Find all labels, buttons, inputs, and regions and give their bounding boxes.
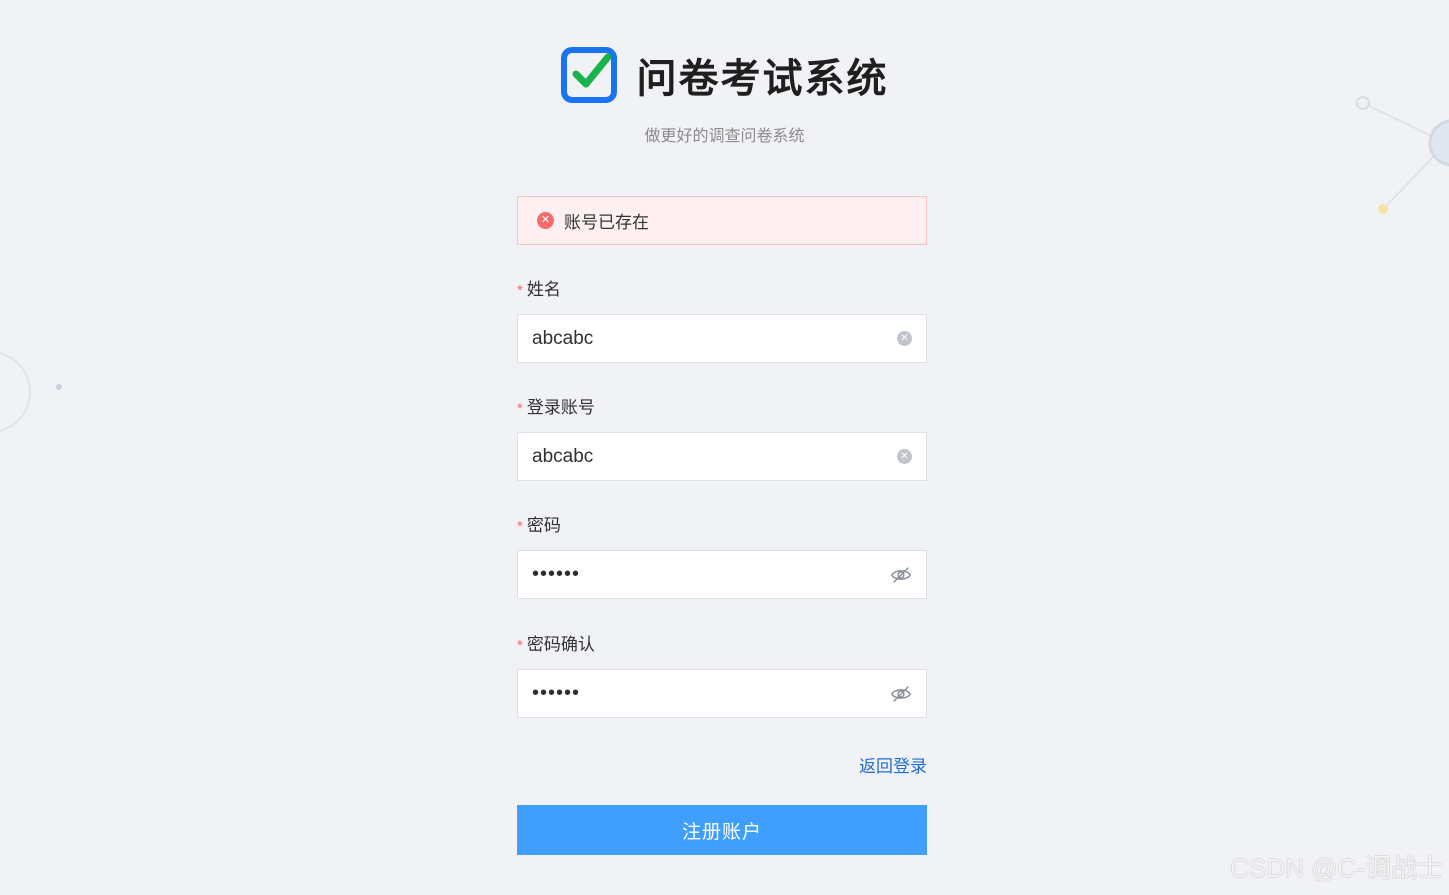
app-title: 问卷考试系统 (636, 57, 889, 101)
password-confirm-input[interactable] (532, 682, 890, 705)
required-mark: * (517, 400, 523, 417)
password-confirm-field: * 密码确认 (517, 634, 927, 718)
app-subtitle: 做更好的调查问卷系统 (644, 128, 805, 145)
password-input-wrapper (517, 550, 927, 599)
password-confirm-label: * 密码确认 (517, 634, 927, 656)
name-field: *姓名 ✕ (517, 279, 927, 363)
error-alert: ✕ 账号已存在 (517, 196, 927, 245)
checkbox-logo-icon (560, 47, 617, 103)
account-input[interactable] (532, 445, 897, 468)
name-input-wrapper: ✕ (517, 314, 927, 363)
clear-icon[interactable]: ✕ (897, 331, 912, 346)
eye-hidden-icon[interactable] (890, 564, 912, 586)
header: 问卷考试系统 做更好的调查问卷系统 (0, 45, 1449, 146)
password-confirm-input-wrapper (517, 669, 927, 718)
name-input[interactable] (532, 327, 897, 350)
password-label: * 密码 (517, 515, 927, 537)
register-form: ✕ 账号已存在 *姓名 ✕ *登录账号 ✕ *密码 (517, 196, 927, 855)
required-mark: * (517, 282, 523, 299)
password-label-text: 密码 (526, 516, 561, 535)
account-input-wrapper: ✕ (517, 432, 927, 481)
account-label-text: 登录账号 (526, 398, 595, 417)
required-mark: * (517, 518, 523, 535)
password-confirm-label-text: 密码确认 (526, 635, 595, 654)
error-circle-icon: ✕ (537, 212, 554, 229)
password-field: * 密码 (517, 515, 927, 599)
name-label: * 姓名 (517, 279, 927, 301)
password-input[interactable] (532, 563, 890, 586)
alert-message: 账号已存在 (564, 213, 649, 232)
eye-hidden-icon[interactable] (890, 683, 912, 705)
required-mark: * (517, 637, 523, 654)
brand: 问卷考试系统 (0, 45, 1449, 105)
register-button[interactable]: 注册账户 (517, 805, 927, 855)
back-to-login-link[interactable]: 返回登录 (859, 752, 927, 777)
clear-icon[interactable]: ✕ (897, 449, 912, 464)
name-label-text: 姓名 (526, 280, 561, 299)
account-label: * 登录账号 (517, 397, 927, 419)
watermark: CSDN @C-调战士 (1230, 853, 1443, 883)
account-field: *登录账号 ✕ (517, 397, 927, 481)
